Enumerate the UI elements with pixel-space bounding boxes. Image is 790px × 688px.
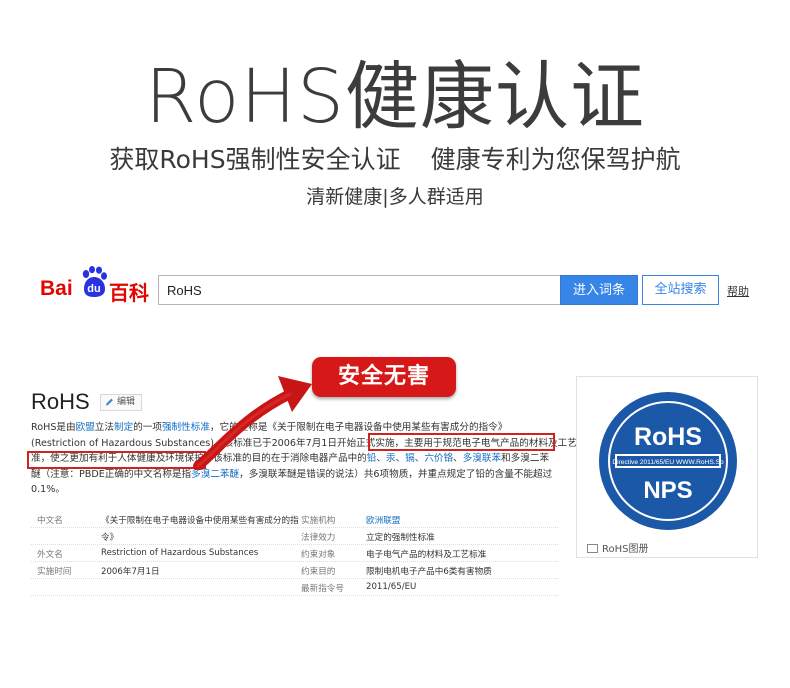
- rohs-logo-top-text: RoHS: [634, 423, 702, 451]
- summary-text: ，它的全称是《关于限制在电子电器设备中使用某些有害成分的指令》: [209, 422, 508, 433]
- summary-text: 的一项: [133, 422, 162, 433]
- search-input[interactable]: RoHS: [158, 275, 561, 305]
- term-link[interactable]: 多溴二苯醚: [191, 469, 239, 480]
- rohs-logo-bottom-text: NPS: [643, 477, 692, 504]
- summary-text: (Restriction of Hazardous Substances)。该标…: [31, 437, 405, 449]
- info-row: 最新指令号 2011/65/EU: [31, 579, 558, 596]
- term-link[interactable]: 多溴联苯: [463, 453, 501, 464]
- summary-text: 该标准的目的在于消除电器产品中的: [213, 453, 367, 465]
- info-row: 中文名 《关于限制在电子电器设备中使用某些有害成分的指 实施机构 欧洲联盟: [31, 511, 558, 528]
- summary-line: 醚（注意：PBDE正确的中文名称是指多溴二苯醚，多溴联苯醚是错误的说法）共6项物…: [31, 467, 559, 483]
- summary-text: ，多溴联苯醚是错误的说法）共6项物质，并重点规定了铅的含量不能超过: [239, 468, 553, 480]
- info-key: 约束目的: [301, 567, 336, 577]
- rohs-logo-icon: RoHS Directive 2011/65/EU WWW.RoHS.So NP…: [599, 392, 737, 530]
- summary-text: 准，使之更加有利于人体健康及环境保护。: [31, 453, 214, 465]
- summary-text: 0.1%。: [31, 484, 65, 496]
- album-caption-text: RoHS图册: [602, 544, 649, 555]
- logo-baike-text: 百科: [109, 281, 149, 305]
- info-key: 实施机构: [301, 516, 336, 526]
- hero-title: RoHS健康认证: [145, 54, 645, 140]
- info-value: 《关于限制在电子电器设备中使用某些有害成分的指: [101, 516, 299, 526]
- help-link[interactable]: 帮助: [727, 283, 749, 299]
- enter-entry-button[interactable]: 进入词条: [560, 275, 638, 305]
- summary-text: 醚（注意：PBDE正确的中文名称是指: [31, 468, 192, 480]
- term-link[interactable]: 六价铬: [424, 453, 453, 464]
- info-key: 实施时间: [37, 567, 72, 577]
- info-key: 中文名: [37, 516, 63, 526]
- term-link[interactable]: 镉: [405, 453, 415, 464]
- picture-icon: [587, 544, 598, 553]
- term-link[interactable]: 欧盟: [76, 422, 95, 433]
- info-value: 电子电气产品的材料及工艺标准: [366, 550, 487, 560]
- article-title: RoHS: [31, 389, 90, 414]
- info-key: 最新指令号: [301, 584, 344, 594]
- site-search-button[interactable]: 全站搜索: [642, 275, 719, 305]
- summary-text: 、: [414, 453, 425, 465]
- album-caption[interactable]: RoHS图册: [587, 540, 648, 555]
- logo-bai-text: Bai: [40, 277, 73, 300]
- summary-text: 、: [395, 453, 406, 465]
- edit-button[interactable]: 编辑: [100, 394, 142, 411]
- term-link[interactable]: 铅: [367, 453, 377, 464]
- term-link[interactable]: 汞: [386, 453, 396, 464]
- rohs-logo-directive-text: Directive 2011/65/EU WWW.RoHS.So: [612, 459, 724, 466]
- info-value: 2006年7月1日: [101, 567, 160, 577]
- info-value-link[interactable]: 欧洲联盟: [366, 514, 400, 526]
- pencil-icon: [105, 398, 113, 406]
- summary-text: 、: [453, 453, 463, 465]
- hero-subtitle-left: 获取RoHS强制性安全认证: [109, 145, 401, 174]
- summary-text: RoHS是由: [31, 422, 76, 433]
- summary-text: 、: [376, 453, 386, 465]
- summary-text: 和多溴二苯: [501, 453, 550, 465]
- info-key: 约束对象: [301, 550, 336, 560]
- summary-line: 准，使之更加有利于人体健康及环境保护。该标准的目的在于消除电器产品中的铅、汞、镉…: [31, 451, 559, 467]
- hero-subtitle: 获取RoHS强制性安全认证 健康专利为您保驾护航: [0, 143, 790, 177]
- info-value: 立定的强制性标准: [366, 533, 435, 543]
- summary-text: 立法: [94, 422, 114, 433]
- info-row: 实施时间 2006年7月1日 约束目的 限制电机电子产品中6类有害物质: [31, 562, 558, 579]
- summary-line: 0.1%。: [31, 482, 559, 498]
- info-key: 外文名: [37, 550, 63, 560]
- info-value: 令》: [101, 533, 119, 543]
- logo-du-text: du: [87, 283, 101, 295]
- term-link[interactable]: 制定: [114, 422, 133, 433]
- edit-label: 编辑: [117, 397, 136, 407]
- article-summary: RoHS是由欧盟立法制定的一项强制性标准，它的全称是《关于限制在电子电器设备中使…: [31, 420, 586, 498]
- safety-badge: 安全无害: [312, 357, 456, 397]
- summary-line: (Restriction of Hazardous Substances)。该标…: [31, 436, 586, 452]
- baidu-baike-logo[interactable]: Bai du 百科: [40, 266, 152, 305]
- info-value: 限制电机电子产品中6类有害物质: [366, 567, 492, 577]
- hero-subtitle-right: 健康专利为您保驾护航: [430, 145, 681, 174]
- hero-tagline: 清新健康|多人群适用: [306, 186, 484, 208]
- info-value: Restriction of Hazardous Substances: [101, 548, 259, 558]
- summary-text: 主要用于规范电子电气产品的材料及工艺标: [404, 437, 587, 449]
- album-card[interactable]: RoHS Directive 2011/65/EU WWW.RoHS.So NP…: [576, 376, 758, 558]
- info-row: 外文名 Restriction of Hazardous Substances 约束…: [31, 545, 558, 562]
- summary-line: RoHS是由欧盟立法制定的一项强制性标准，它的全称是《关于限制在电子电器设备中使…: [31, 420, 559, 436]
- term-link[interactable]: 强制性标准: [162, 422, 210, 433]
- info-value: 2011/65/EU: [366, 582, 417, 592]
- info-key: 法律效力: [301, 533, 336, 543]
- info-row: 令》 法律效力 立定的强制性标准: [31, 528, 558, 545]
